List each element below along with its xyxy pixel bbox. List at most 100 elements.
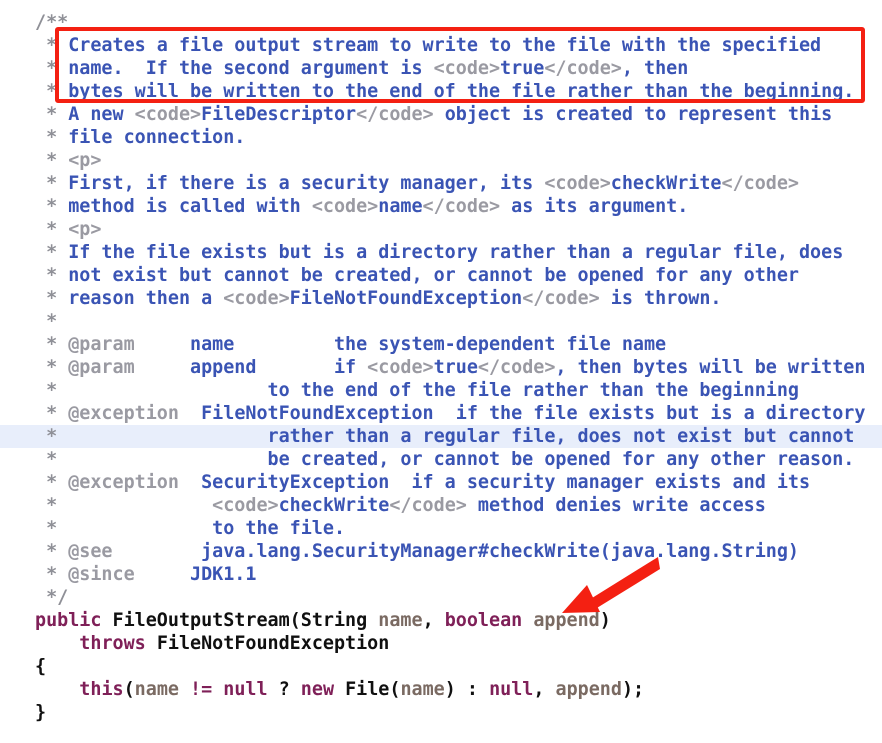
code-token-tag: @exception [68, 403, 179, 424]
code-token-id: FileOutputStream [112, 610, 290, 631]
code-line[interactable]: throws FileNotFoundException [0, 632, 882, 655]
code-line[interactable]: * reason then a <code>FileNotFoundExcept… [0, 287, 882, 310]
code-token-doc: java.lang.SecurityManager#checkWrite(jav… [112, 541, 799, 562]
code-token-kw: boolean [444, 610, 523, 631]
code-line[interactable]: * If the file exists but is a directory … [0, 241, 882, 264]
code-token-punct: ( [123, 679, 135, 700]
code-line[interactable]: * rather than a regular file, does not e… [0, 425, 882, 448]
code-token-tag: @see [68, 541, 113, 562]
code-line[interactable]: * method is called with <code>name</code… [0, 195, 882, 218]
code-line[interactable]: { [0, 655, 882, 678]
code-line[interactable]: * to the file. [0, 517, 882, 540]
code-token-punct: ) : [444, 679, 490, 700]
code-token-docmark: * [35, 403, 69, 424]
code-token-punct: ? [267, 679, 301, 700]
code-line[interactable]: * [0, 310, 882, 333]
code-token-html: <code> [367, 357, 434, 378]
code-token-punct: ( [389, 679, 401, 700]
code-line[interactable]: * A new <code>FileDescriptor</code> obje… [0, 103, 882, 126]
code-token-id: FileNotFoundException [156, 633, 390, 654]
code-token-punct: , [533, 679, 556, 700]
code-token-docmark: /** [35, 12, 69, 33]
code-line[interactable]: * <code>checkWrite</code> method denies … [0, 494, 882, 517]
code-token-doc: reason then a [68, 288, 224, 309]
code-token-doc: name the system-dependent file name [134, 334, 667, 355]
code-token-docmark: * [35, 58, 69, 79]
code-line[interactable]: * not exist but cannot be created, or ca… [0, 264, 882, 287]
code-token-docmark: * [35, 311, 58, 332]
code-token-punct [35, 679, 79, 700]
code-token-doc: to the file. [68, 518, 346, 539]
code-token-doc: SecurityException if a security manager … [178, 472, 811, 493]
code-token-doc: , then bytes will be written [555, 357, 866, 378]
code-token-docmark: * [35, 242, 69, 263]
code-token-html: <code> [223, 288, 290, 309]
code-line[interactable]: * to the end of the file rather than the… [0, 379, 882, 402]
code-token-kw: null [489, 679, 534, 700]
code-token-doc: true [500, 58, 545, 79]
code-token-id: String [300, 610, 368, 631]
code-token-doc: method denies write access [466, 495, 766, 516]
code-line[interactable]: * <p> [0, 218, 882, 241]
code-token-punct [146, 633, 157, 654]
code-token-docmark: * [35, 196, 69, 217]
code-token-docmark: * [35, 81, 69, 102]
code-token-doc: FileNotFoundException [289, 288, 523, 309]
code-token-doc: name [378, 196, 423, 217]
code-token-html: <code> [311, 196, 379, 217]
code-token-tag: @param [68, 357, 135, 378]
code-token-kw: null [223, 679, 268, 700]
code-token-docmark: * [35, 219, 69, 240]
code-editor-viewport[interactable]: /** * Creates a file output stream to wr… [0, 0, 882, 743]
code-line[interactable]: * First, if there is a security manager,… [0, 172, 882, 195]
code-token-doc: is thrown. [599, 288, 722, 309]
code-line[interactable]: * @param append if <code>true</code>, th… [0, 356, 882, 379]
code-token-doc: file connection. [68, 127, 246, 148]
code-token-docmark: * [35, 472, 69, 493]
code-line[interactable]: * bytes will be written to the end of th… [0, 80, 882, 103]
code-line[interactable]: * @since JDK1.1 [0, 563, 882, 586]
code-token-doc: If the file exists but is a directory ra… [68, 242, 844, 263]
code-line[interactable]: * @param name the system-dependent file … [0, 333, 882, 356]
code-line[interactable]: * name. If the second argument is <code>… [0, 57, 882, 80]
code-token-punct [179, 679, 190, 700]
code-token-html: </code> [522, 288, 600, 309]
code-line[interactable]: * Creates a file output stream to write … [0, 34, 882, 57]
code-token-punct [212, 679, 223, 700]
code-token-docmark: * [35, 127, 69, 148]
code-line[interactable]: public FileOutputStream(String name, boo… [0, 609, 882, 632]
code-token-kw: this [79, 679, 124, 700]
code-line[interactable]: * @exception FileNotFoundException if th… [0, 402, 882, 425]
code-line[interactable]: */ [0, 586, 882, 609]
code-token-doc: FileNotFoundException if the file exists… [178, 403, 866, 424]
code-token-docmark: * [35, 449, 69, 470]
code-token-doc: bytes will be written to the end of the … [68, 81, 855, 102]
code-token-docmark: */ [35, 587, 69, 608]
code-line[interactable]: * @see java.lang.SecurityManager#checkWr… [0, 540, 882, 563]
code-token-doc: JDK1.1 [134, 564, 257, 585]
code-token-html: </code> [422, 196, 501, 217]
code-token-doc: checkWrite [278, 495, 390, 516]
code-token-kw: throws [79, 633, 146, 654]
code-token-doc: name. If the second argument is [68, 58, 434, 79]
code-token-docmark: * [35, 541, 69, 562]
code-line[interactable]: * file connection. [0, 126, 882, 149]
code-line[interactable]: this(name != null ? new File(name) : nul… [0, 678, 882, 701]
code-token-doc: to the end of the file rather than the b… [68, 380, 799, 401]
code-token-html: <code> [212, 495, 279, 516]
source-code-area[interactable]: /** * Creates a file output stream to wr… [0, 0, 882, 724]
code-line[interactable]: /** [0, 11, 882, 34]
code-token-doc: checkWrite [610, 173, 722, 194]
code-token-tag: @since [68, 564, 135, 585]
code-line[interactable]: } [0, 701, 882, 724]
code-token-docmark: * [35, 380, 69, 401]
code-token-html: <code> [433, 58, 501, 79]
code-line[interactable]: * <p> [0, 149, 882, 172]
code-line[interactable]: * @exception SecurityException if a secu… [0, 471, 882, 494]
code-token-param: name [134, 679, 179, 700]
code-line[interactable]: * be created, or cannot be opened for an… [0, 448, 882, 471]
code-token-doc: true [433, 357, 478, 378]
code-token-html: </code> [389, 495, 467, 516]
code-token-docmark: * [35, 518, 69, 539]
code-token-punct [367, 610, 378, 631]
